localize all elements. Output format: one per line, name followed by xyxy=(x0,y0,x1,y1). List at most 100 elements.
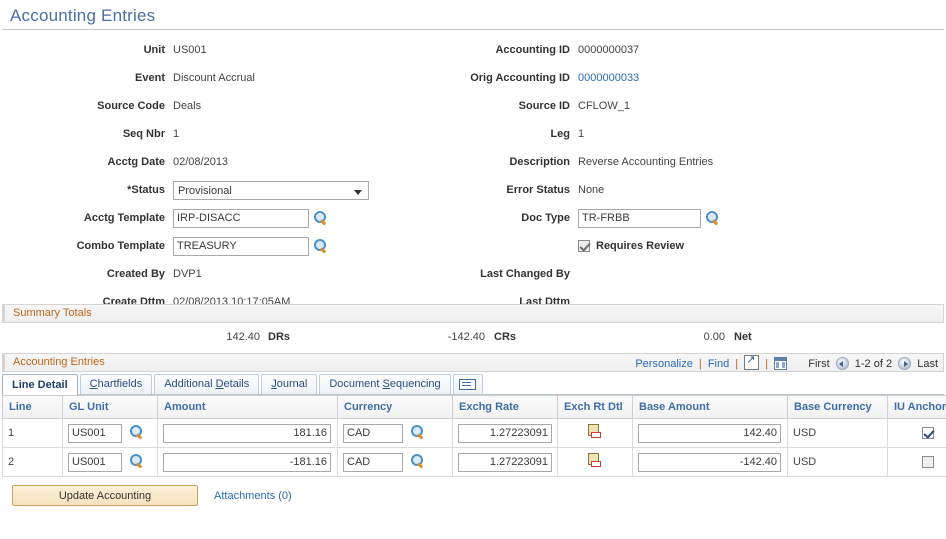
orig-accounting-id-link[interactable]: 0000000033 xyxy=(578,72,639,84)
tab-label: Line Detail xyxy=(12,379,68,391)
search-icon[interactable] xyxy=(410,454,425,469)
amount-input[interactable] xyxy=(163,452,331,472)
drs-label: DRs xyxy=(268,331,291,343)
field-acctg-template: Acctg Template xyxy=(0,204,470,232)
iu-anchor-checkbox[interactable] xyxy=(921,456,934,469)
requires-review-label: Requires Review xyxy=(596,240,685,252)
expand-tabs-icon[interactable] xyxy=(452,374,483,394)
view-all-icon[interactable] xyxy=(744,353,760,370)
grid-toolbar: Personalize | Find | | First 1-2 of 2 La… xyxy=(635,353,938,370)
summary-totals-row: 142.40 DRs -142.40 CRs 0.00 Net xyxy=(0,323,946,353)
combo-template-input[interactable] xyxy=(173,236,309,256)
cell-exch-rt-dtl xyxy=(557,447,633,477)
exchg-rate-input[interactable] xyxy=(458,452,552,472)
field-label: Acctg Template xyxy=(83,212,165,224)
field-value: Deals xyxy=(173,100,202,112)
exchange-rate-detail-icon[interactable] xyxy=(587,423,603,440)
tab-line-detail[interactable]: Line Detail xyxy=(2,374,78,395)
tab-additional-details[interactable]: Additional Details xyxy=(154,374,260,394)
field-label: Orig Accounting ID xyxy=(470,72,570,84)
field-label: Acctg Date xyxy=(107,156,165,168)
field-label: Doc Type xyxy=(521,212,570,224)
status-select[interactable]: Provisional xyxy=(173,180,369,200)
field-combo-template: Combo Template xyxy=(0,232,470,260)
column-header-iu-anchor: IU Anchor xyxy=(887,395,946,419)
exchange-rate-detail-icon[interactable] xyxy=(587,452,603,469)
field-error-status: Error Status None xyxy=(470,176,946,204)
accounting-entries-grid-header: Accounting Entries Personalize | Find | … xyxy=(0,353,946,372)
find-link[interactable]: Find xyxy=(708,358,729,370)
update-accounting-button[interactable]: Update Accounting xyxy=(12,485,198,506)
chevron-down-icon xyxy=(354,189,362,195)
search-icon[interactable] xyxy=(129,425,144,440)
currency-input[interactable] xyxy=(343,452,403,472)
exchg-rate-input[interactable] xyxy=(458,423,552,443)
field-value: 1 xyxy=(578,128,585,140)
field-source-id: Source ID CFLOW_1 xyxy=(470,92,946,120)
search-icon[interactable] xyxy=(313,238,328,254)
tab-chartfields[interactable]: Chartfields xyxy=(79,374,153,394)
cell-base-amount xyxy=(632,447,788,477)
amount-input[interactable] xyxy=(163,423,331,443)
search-icon[interactable] xyxy=(705,210,720,226)
search-icon[interactable] xyxy=(410,425,425,440)
attachments-link[interactable]: Attachments (0) xyxy=(214,490,292,502)
field-unit: Unit US001 xyxy=(0,36,470,64)
field-label: Source ID xyxy=(518,100,570,112)
show-all-columns-icon xyxy=(459,379,477,390)
header-right-column: Accounting ID 0000000037 Orig Accounting… xyxy=(470,36,946,316)
title-divider xyxy=(2,29,944,30)
cell-exchg-rate xyxy=(452,418,558,448)
field-label: Combo Template xyxy=(76,240,165,252)
accounting-entries-table: Line GL Unit Amount Currency Exchg Rate … xyxy=(2,395,946,477)
field-label: *Status xyxy=(127,184,165,196)
cell-line: 2 xyxy=(2,447,63,477)
doc-type-input[interactable] xyxy=(578,208,701,228)
field-status: *Status Provisional xyxy=(0,176,470,204)
previous-page-icon[interactable] xyxy=(835,357,849,370)
header-left-column: Unit US001 Event Discount Accrual Source… xyxy=(0,36,470,316)
cell-base-currency: USD xyxy=(787,447,888,477)
search-icon[interactable] xyxy=(313,210,328,226)
field-accounting-id: Accounting ID 0000000037 xyxy=(470,36,946,64)
toolbar-separator: | xyxy=(765,358,769,370)
field-value: Reverse Accounting Entries xyxy=(578,156,714,168)
requires-review-checkbox[interactable] xyxy=(578,240,590,252)
acctg-template-input[interactable] xyxy=(173,208,309,228)
column-header-exch-rt-dtl: Exch Rt Dtl xyxy=(557,395,633,419)
toolbar-separator: | xyxy=(698,358,702,370)
status-selected-value: Provisional xyxy=(178,184,232,197)
search-icon[interactable] xyxy=(129,454,144,469)
currency-input[interactable] xyxy=(343,423,403,443)
cell-exchg-rate xyxy=(452,447,558,477)
download-spreadsheet-icon[interactable] xyxy=(774,357,788,370)
last-label[interactable]: Last xyxy=(917,358,938,370)
net-value: 0.00 xyxy=(703,331,725,343)
field-requires-review: Requires Review xyxy=(470,232,946,260)
gl-unit-input[interactable] xyxy=(68,423,122,443)
table-row: 2 USD xyxy=(2,447,946,477)
personalize-link[interactable]: Personalize xyxy=(635,358,692,370)
base-amount-input[interactable] xyxy=(638,452,781,472)
field-label: Leg xyxy=(550,128,570,140)
grid-pager: First 1-2 of 2 Last xyxy=(808,357,938,370)
tab-journal[interactable]: Journal xyxy=(261,374,318,394)
tab-document-sequencing[interactable]: Document Sequencing xyxy=(319,374,451,394)
cell-amount xyxy=(157,447,338,477)
first-label[interactable]: First xyxy=(808,358,829,370)
gl-unit-input[interactable] xyxy=(68,452,122,472)
cell-iu-anchor xyxy=(887,418,946,448)
field-created-by: Created By DVP1 xyxy=(0,260,470,288)
table-row: 1 USD xyxy=(2,418,946,448)
base-amount-input[interactable] xyxy=(638,423,781,443)
page-title: Accounting Entries xyxy=(10,6,156,25)
field-label: Unit xyxy=(143,44,165,56)
field-source-code: Source Code Deals xyxy=(0,92,470,120)
crs-label: CRs xyxy=(494,331,517,343)
column-header-gl-unit: GL Unit xyxy=(62,395,158,419)
field-label: Created By xyxy=(106,268,165,280)
next-page-icon[interactable] xyxy=(898,357,912,370)
column-header-base-currency: Base Currency xyxy=(787,395,888,419)
iu-anchor-checkbox[interactable] xyxy=(921,427,934,440)
field-value: 02/08/2013 xyxy=(173,156,229,168)
